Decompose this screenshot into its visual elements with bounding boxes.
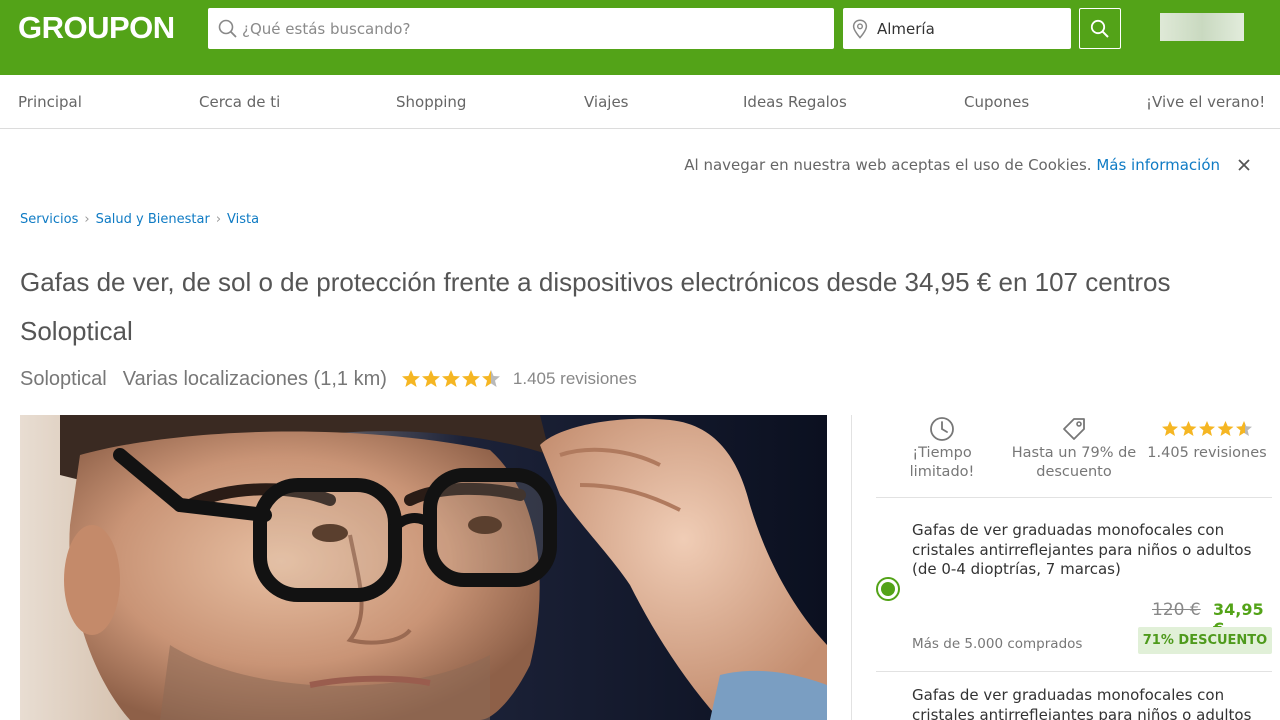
search-icon bbox=[218, 19, 237, 38]
rating-stars bbox=[401, 369, 501, 389]
breadcrumb: Servicios › Salud y Bienestar › Vista bbox=[20, 212, 259, 227]
cookie-text: Al navegar en nuestra web aceptas el uso… bbox=[684, 156, 1092, 174]
breadcrumb-vista[interactable]: Vista bbox=[227, 212, 259, 227]
man-with-glasses-photo bbox=[20, 415, 827, 720]
option-original-price: 120 € bbox=[1152, 600, 1201, 620]
nav-item-vive-el-verano[interactable]: ¡Vive el verano! bbox=[1146, 93, 1265, 111]
clock-icon bbox=[930, 417, 954, 441]
star-rating-icon bbox=[401, 370, 500, 387]
badge-reviews: 1.405 revisiones bbox=[1142, 414, 1272, 463]
badge-limited-time-text: ¡Tiempo limitado! bbox=[909, 445, 975, 480]
deal-meta: Soloptical Varias localizaciones (1,1 km… bbox=[20, 366, 637, 392]
badge-discount-text: Hasta un 79% de descuento bbox=[1011, 445, 1137, 480]
cookie-more-info-link[interactable]: Más información bbox=[1096, 156, 1220, 174]
cookie-notice: Al navegar en nuestra web aceptas el uso… bbox=[684, 156, 1220, 174]
nav-item-shopping[interactable]: Shopping bbox=[396, 93, 466, 111]
option-bought-count: Más de 5.000 comprados bbox=[912, 636, 1083, 652]
search-icon bbox=[1090, 19, 1109, 38]
column-divider bbox=[851, 415, 852, 720]
review-count[interactable]: 1.405 revisiones bbox=[513, 369, 637, 389]
nav-item-cerca-de-ti[interactable]: Cerca de ti bbox=[199, 93, 280, 111]
badge-limited-time: ¡Tiempo limitado! bbox=[900, 414, 984, 482]
search-input[interactable] bbox=[242, 8, 822, 49]
location-pin-icon bbox=[852, 19, 868, 39]
breadcrumb-servicios[interactable]: Servicios bbox=[20, 212, 78, 227]
location-input[interactable] bbox=[877, 8, 1065, 49]
breadcrumb-salud-y-bienestar[interactable]: Salud y Bienestar bbox=[96, 212, 210, 227]
close-icon[interactable] bbox=[1236, 157, 1252, 173]
header-bar: GROUPON bbox=[0, 0, 1280, 75]
deal-image[interactable] bbox=[20, 415, 827, 720]
divider bbox=[876, 671, 1272, 672]
user-account-area[interactable] bbox=[1160, 13, 1244, 41]
search-box[interactable] bbox=[208, 8, 834, 49]
search-button[interactable] bbox=[1079, 8, 1121, 49]
badge-reviews-text: 1.405 revisiones bbox=[1147, 445, 1267, 461]
option-title[interactable]: Gafas de ver graduadas monofocales con c… bbox=[912, 521, 1280, 580]
nav-item-ideas-regalos[interactable]: Ideas Regalos bbox=[743, 93, 847, 111]
breadcrumb-separator: › bbox=[84, 212, 90, 227]
breadcrumb-separator: › bbox=[215, 212, 222, 227]
nav-item-principal[interactable]: Principal bbox=[18, 93, 82, 111]
location-box[interactable] bbox=[843, 8, 1071, 49]
merchant-name[interactable]: Soloptical bbox=[20, 368, 107, 391]
nav-item-cupones[interactable]: Cupones bbox=[964, 93, 1029, 111]
divider bbox=[876, 497, 1272, 498]
option-title[interactable]: Gafas de ver graduadas monofocales con c… bbox=[912, 686, 1280, 720]
deal-title: Gafas de ver, de sol o de protección fre… bbox=[20, 267, 1171, 346]
badge-discount: Hasta un 79% de descuento bbox=[1006, 414, 1142, 482]
option-discount-badge: 71% DESCUENTO bbox=[1138, 627, 1272, 654]
tag-icon bbox=[1063, 418, 1085, 440]
groupon-logo[interactable]: GROUPON bbox=[18, 10, 175, 46]
deal-location[interactable]: Varias localizaciones (1,1 km) bbox=[123, 368, 387, 391]
nav-item-viajes[interactable]: Viajes bbox=[584, 93, 629, 111]
main-nav: Principal Cerca de ti Shopping Viajes Id… bbox=[0, 75, 1280, 129]
option-radio-selected[interactable] bbox=[876, 577, 900, 601]
star-rating-icon bbox=[1162, 421, 1252, 436]
